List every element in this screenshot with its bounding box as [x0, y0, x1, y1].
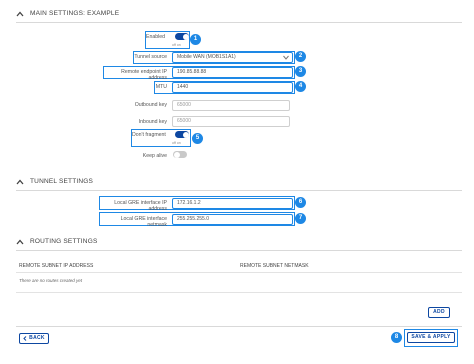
table-divider — [16, 272, 462, 273]
routing-settings-header[interactable]: ROUTING SETTINGS — [16, 238, 97, 245]
enabled-label: Enabled — [146, 34, 166, 40]
routing-empty-message: There are no routes created yet — [19, 278, 83, 283]
badge-2: 2 — [295, 51, 306, 62]
tunnel-source-value: Mobile WAN (MOB1S1A1) — [177, 54, 236, 60]
chevron-down-icon — [283, 55, 289, 60]
chevron-up-icon — [16, 239, 24, 244]
add-route-button[interactable]: ADD — [428, 307, 450, 318]
local-gre-ip-input[interactable]: 172.16.1.2 — [172, 198, 293, 209]
chevron-left-icon — [23, 336, 27, 341]
chevron-up-icon — [16, 179, 24, 184]
remote-endpoint-label: Remote endpoint IP address — [121, 69, 167, 81]
gre-tunnel-config-page: MAIN SETTINGS: EXAMPLE Enabled off on 1 … — [0, 0, 474, 364]
mtu-label: MTU — [155, 84, 167, 90]
keep-alive-toggle[interactable] — [173, 151, 187, 158]
save-apply-button[interactable]: SAVE & APPLY — [407, 332, 455, 343]
dont-fragment-label: Don't fragment — [132, 132, 166, 138]
back-button-label: BACK — [29, 335, 45, 341]
back-button[interactable]: BACK — [19, 333, 49, 344]
local-gre-ip-label: Local GRE interface IP address — [114, 200, 167, 212]
divider — [16, 190, 462, 191]
keep-alive-label: Keep alive — [142, 153, 167, 159]
badge-8: 8 — [391, 332, 402, 343]
outbound-key-input[interactable]: 65000 — [172, 100, 290, 111]
mtu-input[interactable]: 1440 — [172, 82, 293, 93]
badge-5: 5 — [192, 133, 203, 144]
tunnel-settings-header[interactable]: TUNNEL SETTINGS — [16, 178, 93, 185]
inbound-key-input[interactable]: 65000 — [172, 116, 290, 127]
inbound-key-label: Inbound key — [138, 119, 167, 125]
table-divider — [16, 292, 462, 293]
dont-fragment-toggle-state: off on — [172, 141, 181, 145]
enabled-toggle[interactable] — [175, 33, 189, 40]
badge-4: 4 — [295, 81, 306, 92]
badge-6: 6 — [295, 197, 306, 208]
local-gre-netmask-label: Local GRE interface netmask — [120, 216, 167, 228]
main-settings-title: MAIN SETTINGS: EXAMPLE — [30, 10, 120, 17]
tunnel-source-label: Tunnel source — [134, 54, 167, 60]
chevron-up-icon — [16, 11, 24, 16]
divider — [16, 250, 462, 251]
divider — [16, 326, 462, 327]
enabled-toggle-state: off on — [172, 43, 181, 47]
outbound-key-label: Outbound key — [134, 102, 167, 108]
tunnel-settings-title: TUNNEL SETTINGS — [30, 178, 94, 185]
dont-fragment-toggle[interactable] — [175, 131, 189, 138]
table-header-remote-subnet-netmask: REMOTE SUBNET NETMASK — [240, 263, 309, 269]
routing-settings-title: ROUTING SETTINGS — [30, 238, 98, 245]
badge-1: 1 — [190, 34, 201, 45]
divider — [16, 22, 462, 23]
main-settings-header[interactable]: MAIN SETTINGS: EXAMPLE — [16, 10, 119, 17]
local-gre-netmask-input[interactable]: 255.255.255.0 — [172, 214, 293, 225]
badge-7: 7 — [295, 213, 306, 224]
table-header-remote-subnet-ip: REMOTE SUBNET IP ADDRESS — [19, 263, 94, 269]
remote-endpoint-input[interactable]: 190.85.88.88 — [172, 67, 293, 78]
badge-3: 3 — [295, 66, 306, 77]
tunnel-source-select[interactable]: Mobile WAN (MOB1S1A1) — [172, 52, 293, 63]
